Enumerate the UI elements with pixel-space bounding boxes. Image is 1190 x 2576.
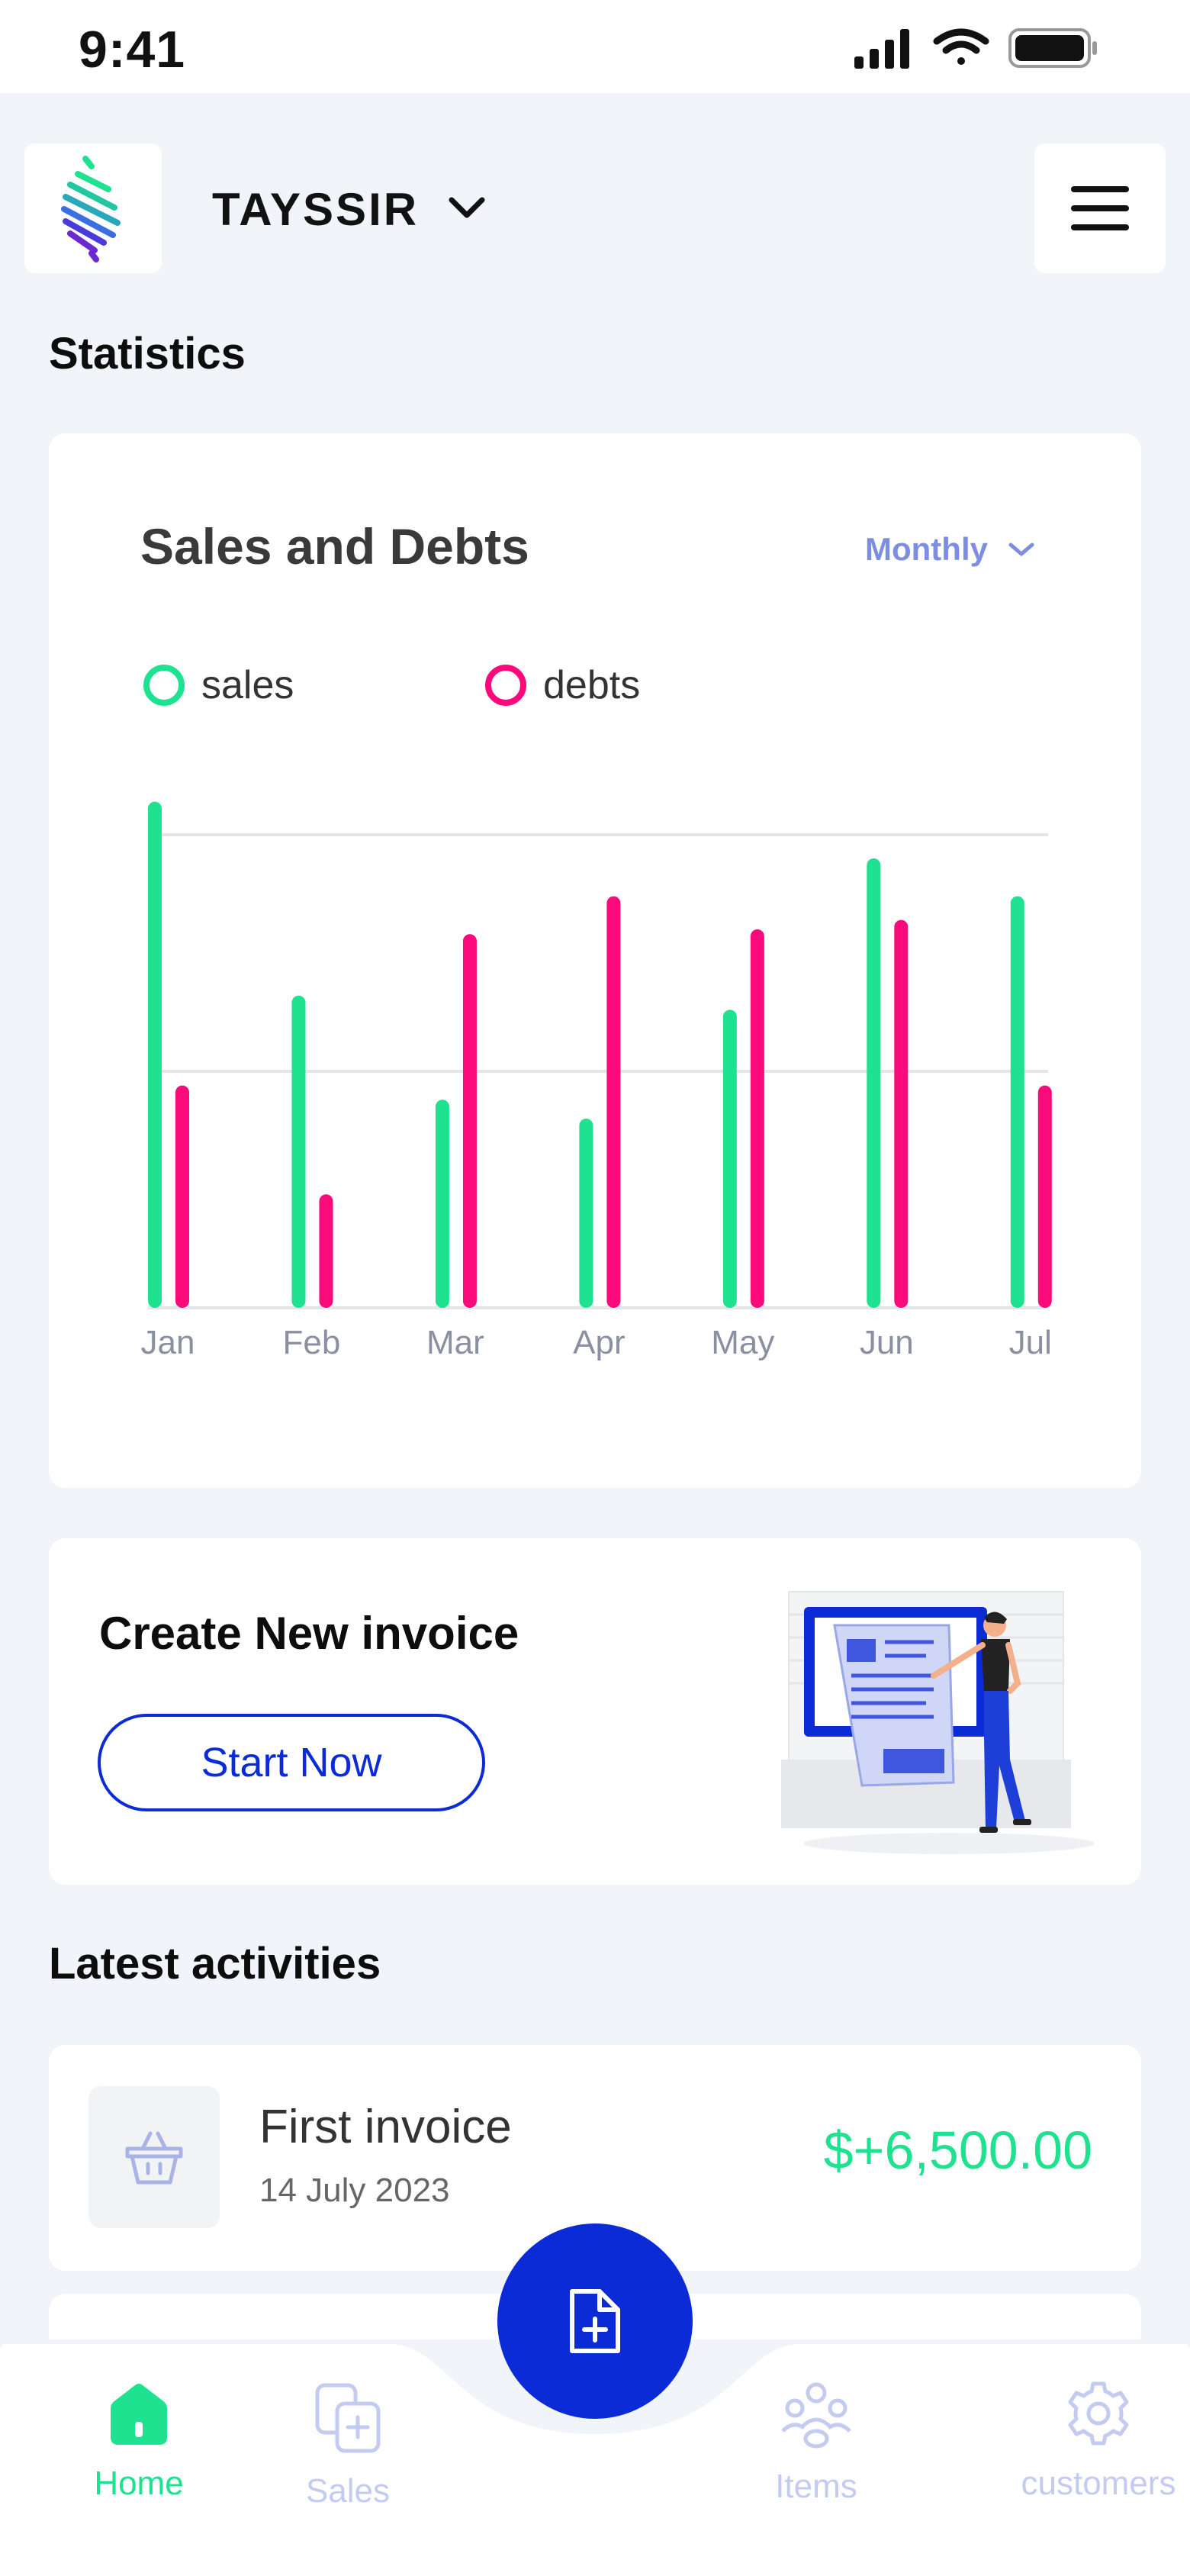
invoice-card-title: Create New invoice [99, 1608, 519, 1659]
bar-chart: Jan Feb Mar Apr May Jun Jul [141, 801, 1052, 1361]
x-tick-feb: Feb [283, 1324, 341, 1361]
sales-debts-card: Sales and Debts Monthly sales debts Jan F… [49, 433, 1141, 1488]
nav-items[interactable]: Items [725, 2381, 908, 2506]
x-tick-jul: Jul [1009, 1324, 1052, 1361]
home-icon [111, 2384, 167, 2445]
latest-activities-title: Latest activities [49, 1939, 381, 1988]
activity-date: 14 July 2023 [259, 2172, 450, 2209]
x-tick-jan: Jan [141, 1324, 195, 1361]
activity-title: First invoice [259, 2101, 512, 2153]
x-tick-apr: Apr [573, 1324, 625, 1361]
logo-icon [61, 156, 121, 262]
create-invoice-card: Create New invoice Start Now [49, 1538, 1141, 1885]
menu-button[interactable] [1034, 143, 1166, 273]
activity-icon-box [88, 2086, 220, 2228]
nav-customers[interactable]: customers [1007, 2381, 1190, 2503]
x-tick-mar: Mar [426, 1324, 484, 1361]
start-now-button[interactable]: Start Now [98, 1714, 485, 1811]
wifi-icon [933, 28, 989, 65]
bar-sales-jun [867, 858, 881, 1308]
status-icons [854, 28, 1097, 69]
nav-home-label: Home [94, 2465, 184, 2502]
bar-sales-jan [148, 801, 162, 1308]
invoice-illustration [781, 1591, 1094, 1854]
basket-icon [125, 2131, 183, 2185]
nav-customers-label: customers [1021, 2465, 1176, 2502]
bar-debts-jun [894, 919, 909, 1308]
x-tick-may: May [711, 1324, 774, 1361]
brand-name[interactable]: TAYSSIR [212, 183, 419, 236]
bar-sales-jul [1010, 896, 1024, 1308]
signal-icon [854, 29, 909, 69]
new-document-button[interactable] [497, 2223, 693, 2419]
bar-debts-feb [319, 1194, 333, 1308]
statistics-title: Statistics [49, 329, 246, 378]
bar-debts-jul [1037, 1085, 1052, 1308]
activity-amount: $+6,500.00 [823, 2120, 1092, 2180]
hamburger-icon [1071, 186, 1129, 230]
bar-sales-mar [435, 1100, 449, 1308]
bar-sales-apr [579, 1119, 593, 1308]
bar-sales-feb [291, 995, 306, 1308]
bar-sales-may [722, 1009, 737, 1308]
nav-sales[interactable]: Sales [256, 2381, 439, 2510]
nav-sales-label: Sales [305, 2472, 391, 2510]
bar-debts-apr [606, 896, 621, 1308]
chevron-down-icon[interactable] [445, 192, 488, 223]
sales-icon [315, 2383, 381, 2453]
brand-logo[interactable] [24, 143, 162, 273]
status-bar: 9:41 [0, 0, 1190, 93]
items-icon [781, 2382, 851, 2449]
gear-icon [1068, 2381, 1129, 2446]
status-time: 9:41 [79, 21, 186, 79]
battery-icon [1008, 28, 1097, 68]
new-document-icon [570, 2289, 620, 2353]
x-tick-jun: Jun [860, 1324, 914, 1361]
nav-items-label: Items [775, 2468, 857, 2505]
bar-debts-may [750, 929, 764, 1308]
bar-debts-mar [462, 934, 477, 1308]
nav-home[interactable]: Home [47, 2381, 230, 2503]
bar-debts-jan [175, 1085, 189, 1308]
